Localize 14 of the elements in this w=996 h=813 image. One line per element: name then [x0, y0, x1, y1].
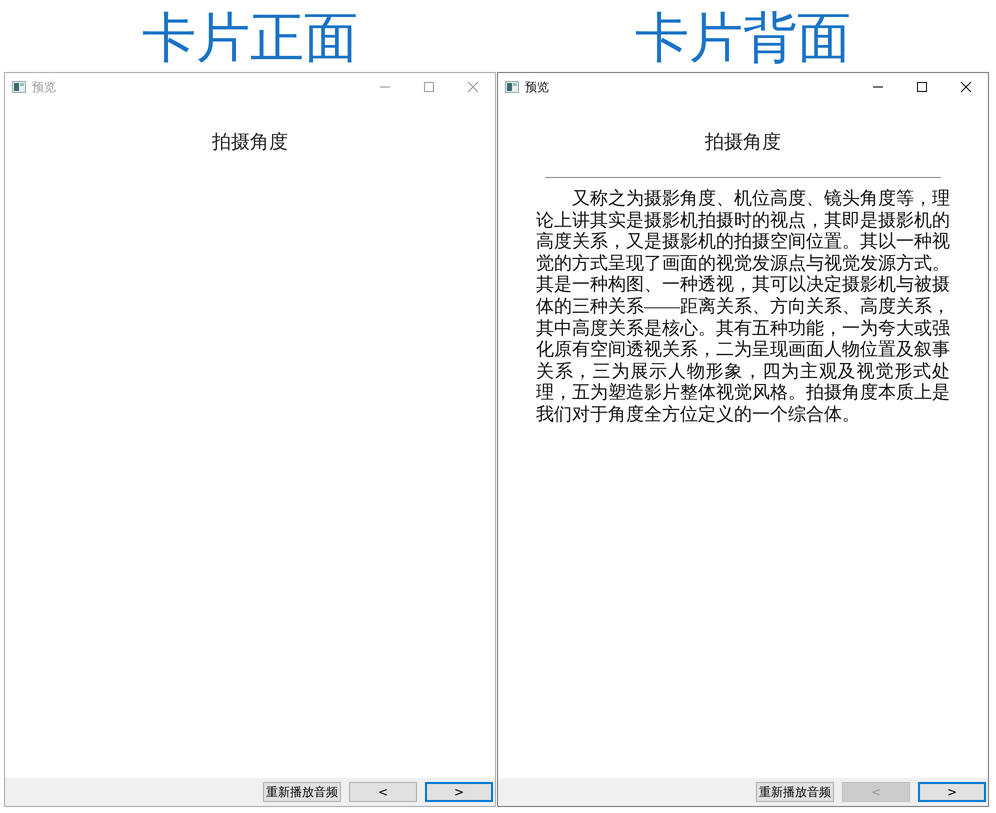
app-icon: [505, 81, 519, 93]
card-text: 又称之为摄影角度、机位高度、镜头角度等，理论上讲其实是摄影机拍摄时的视点，其即是摄影机的高度关系，又是摄影机的拍摄空间位置。其以一种视觉的方式呈现了画面的视觉发源点与视觉发源方式。其是一种构图、一种透视，其可以决定摄影机与被摄体的三种关系——距离关系、方向关系、高度关系，其中高度关系是核心。其有五种功能，一为夸大或强化原有空间透视关系，二为呈现画面人物位置及叙事关系，三为展示人物形象，四为主观及视觉形式处理，五为塑造影片整体视觉风格。拍摄角度本质上是我们对于角度全方位定义的一个综合体。: [536, 188, 950, 426]
card-title: 拍摄角度: [212, 131, 288, 155]
next-button[interactable]: >: [918, 782, 986, 802]
app-icon: [12, 81, 26, 93]
replay-audio-button[interactable]: 重新播放音频: [756, 782, 834, 802]
panel-caption: 卡片正面: [142, 5, 358, 71]
previous-button[interactable]: <: [349, 782, 417, 802]
next-button[interactable]: >: [425, 782, 493, 802]
window-title: 预览: [525, 78, 549, 96]
replay-audio-button[interactable]: 重新播放音频: [263, 782, 341, 802]
panel-caption: 卡片背面: [635, 5, 851, 71]
window-title: 预览: [32, 78, 56, 96]
card-title: 拍摄角度: [705, 131, 781, 155]
